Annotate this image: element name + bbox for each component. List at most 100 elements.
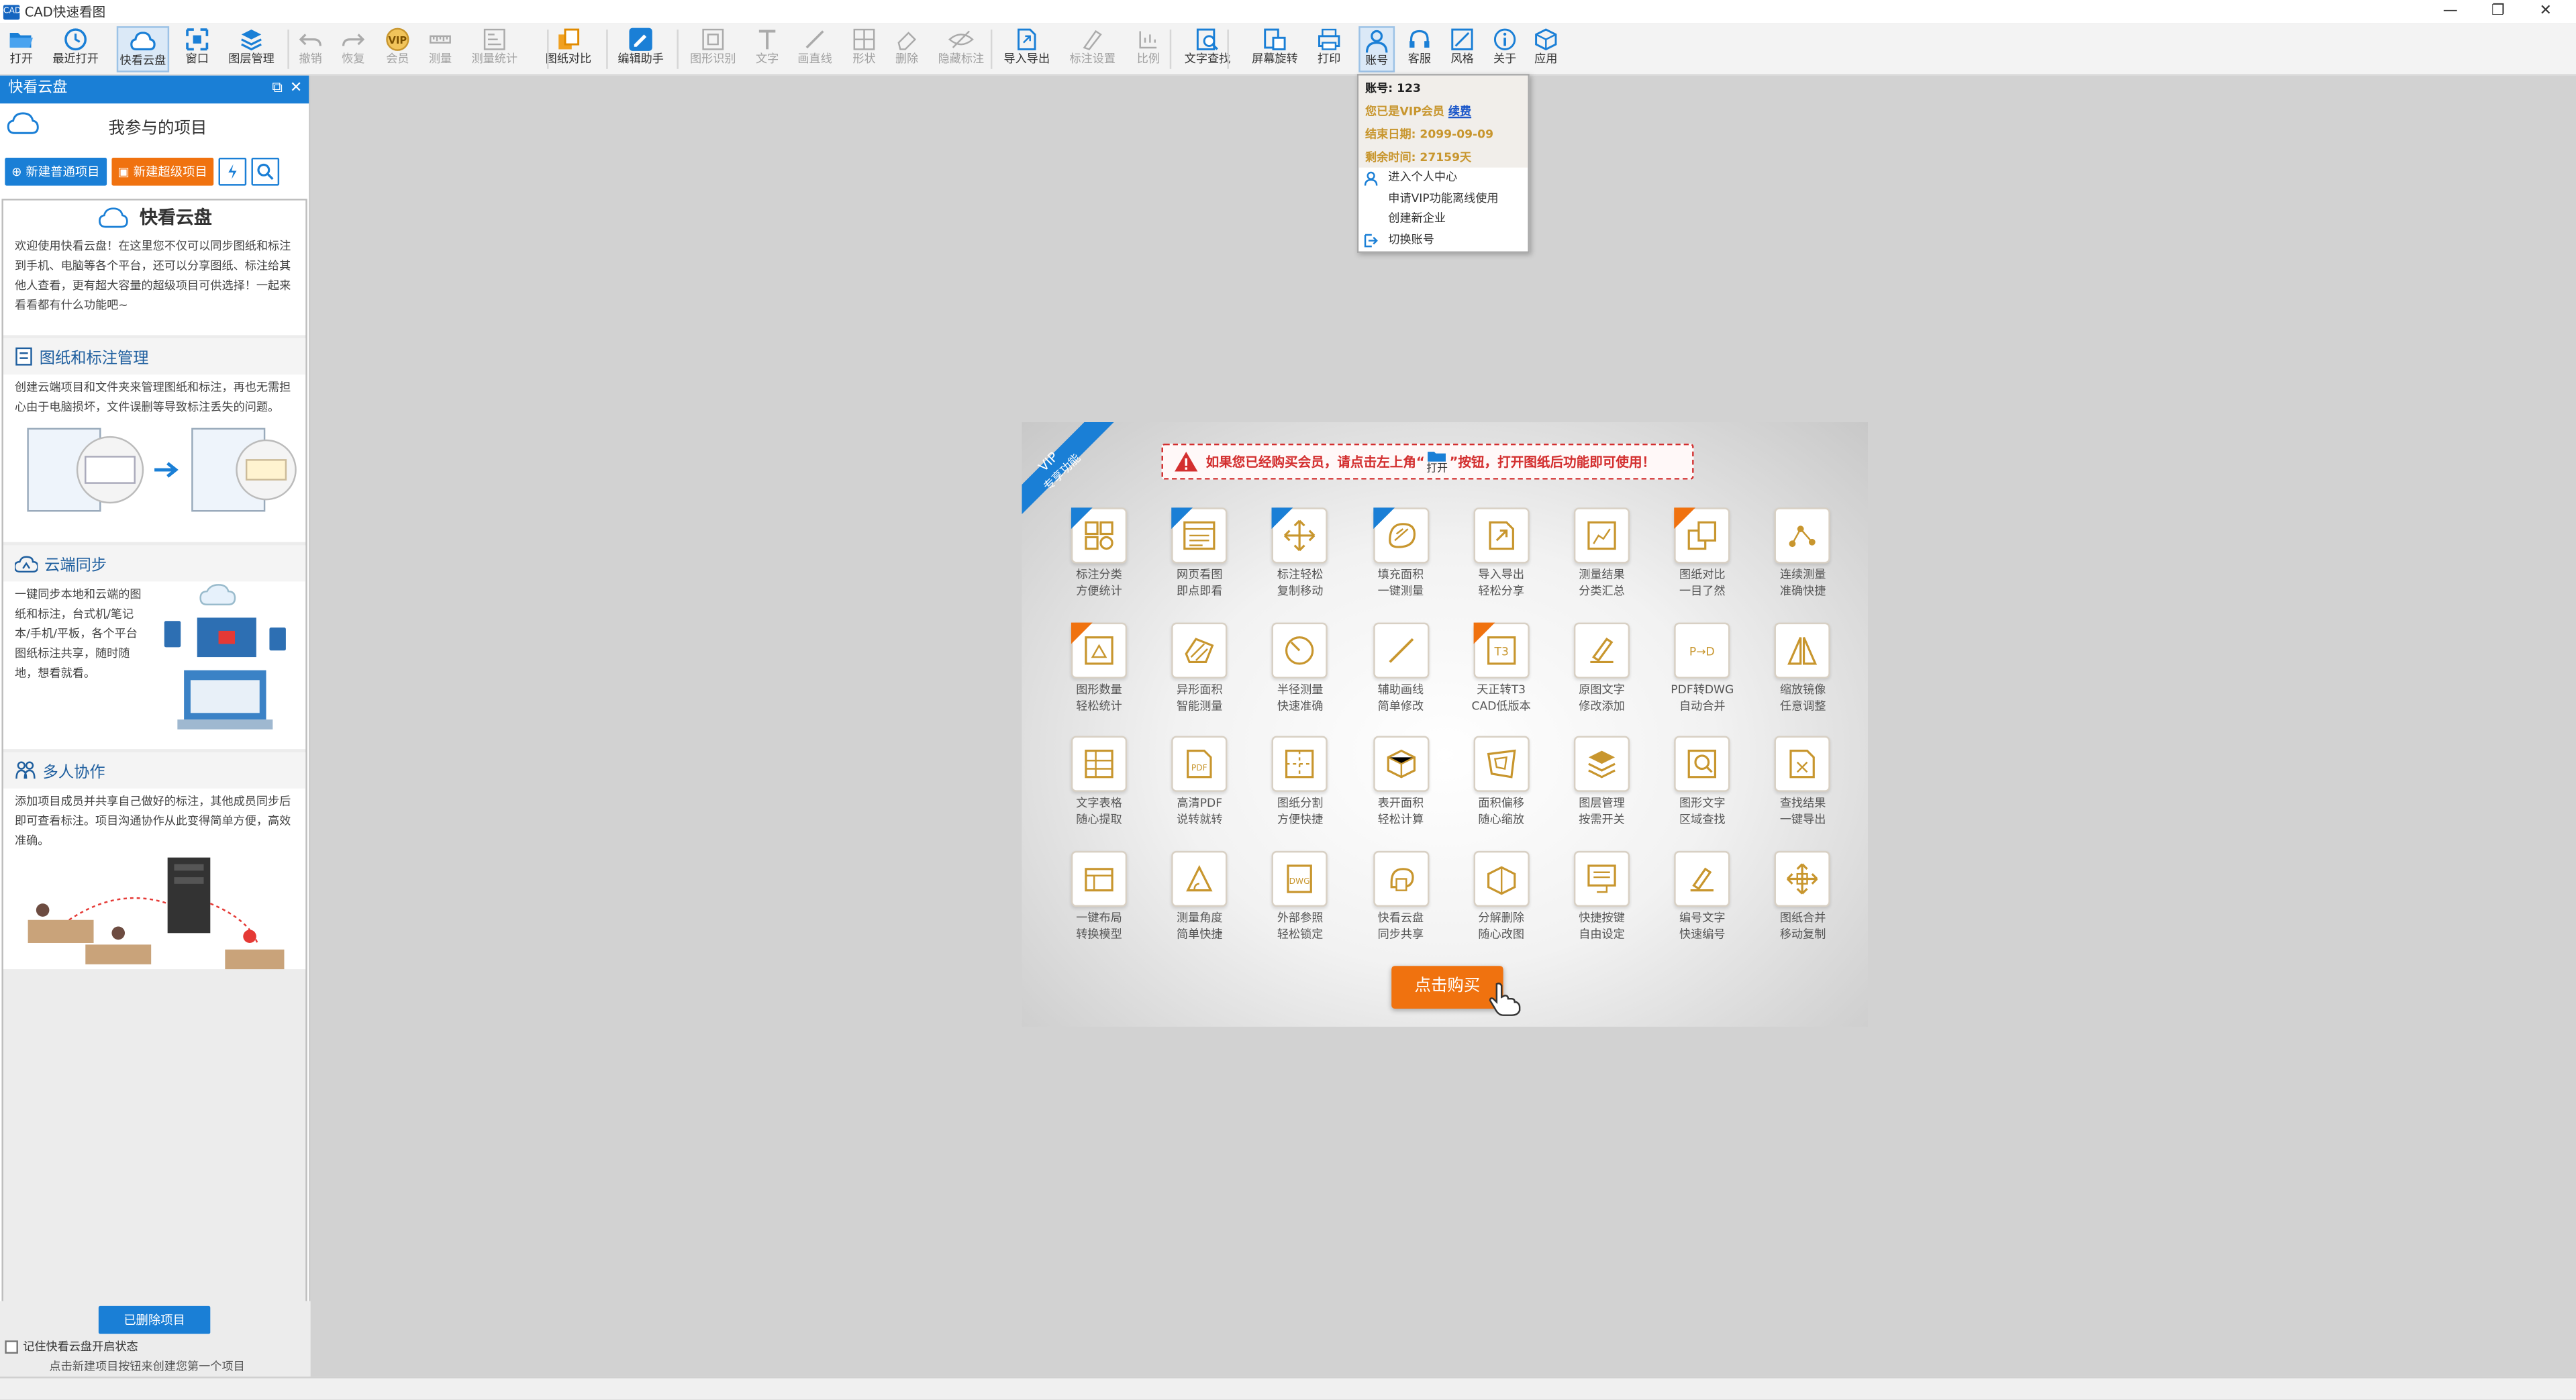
- drawing-management-illustration: [27, 428, 297, 512]
- pdf-export-icon: PDF: [1187, 750, 1213, 779]
- layer-management-icon: [1588, 750, 1616, 779]
- deleted-projects-button[interactable]: 已删除项目: [98, 1305, 211, 1334]
- mirror-scale-icon: [1788, 636, 1818, 664]
- cloud-sidebar: 快看云盘 ⧉ ✕ 我参与的项目 ⊕ 新建普通项目 ▣ 新建超级项目 快看云盘 欢…: [0, 75, 311, 1377]
- cloud-sync-illustration: [164, 584, 286, 730]
- vip-feature-item[interactable]: 辅助画线 简单修改: [1361, 621, 1440, 730]
- toolbar-button[interactable]: 形状: [846, 26, 883, 72]
- toolbar-button[interactable]: 打开: [3, 26, 40, 72]
- toolbar-button[interactable]: 测量统计: [468, 26, 521, 72]
- toolbar-button[interactable]: 撤销: [293, 26, 329, 72]
- explode-delete-icon: [1487, 865, 1516, 895]
- drawing-split-icon: [1285, 750, 1315, 779]
- toolbar-button[interactable]: 屏幕旋转: [1248, 26, 1301, 72]
- menu-switch-account[interactable]: 切换账号: [1358, 229, 1528, 250]
- toolbar-button-label: 窗口: [185, 52, 209, 66]
- new-badge: [1171, 507, 1193, 530]
- menu-create-enterprise[interactable]: 创建新企业: [1358, 209, 1528, 230]
- vip-feature-item[interactable]: 快看云盘 同步共享: [1361, 850, 1440, 959]
- vip-feature-item[interactable]: 图纸合并 移动复制: [1763, 850, 1842, 959]
- toolbar-button[interactable]: 删除: [889, 26, 925, 72]
- menu-personal-center[interactable]: 进入个人中心: [1358, 168, 1528, 189]
- vip-feature-item[interactable]: 填充面积 一键测量: [1361, 507, 1440, 616]
- vip-feature-item[interactable]: 测量角度 简单快捷: [1160, 850, 1239, 959]
- vip-feature-item[interactable]: 查找结果 一键导出: [1763, 736, 1842, 845]
- banner-text-pre: 如果您已经购买会员，请点击左上角“: [1205, 454, 1425, 469]
- toolbar-button[interactable]: 标注设置: [1067, 26, 1119, 72]
- app-logo-icon: CAD: [3, 4, 21, 19]
- vip-feature-item[interactable]: 快捷按键 自由设定: [1563, 850, 1641, 959]
- toolbar-button[interactable]: 隐藏标注: [935, 26, 987, 72]
- new-super-project-button[interactable]: ▣ 新建超级项目: [111, 157, 214, 186]
- vip-feature-item[interactable]: P→D PDF转DWG 自动合并: [1663, 621, 1742, 730]
- search-icon: [257, 163, 274, 181]
- vip-feature-item[interactable]: 图形数量 轻松统计: [1060, 621, 1138, 730]
- toolbar-button[interactable]: 比例: [1130, 26, 1167, 72]
- toolbar-button-label: 最近打开: [52, 52, 99, 66]
- toolbar-button[interactable]: 画直线: [794, 26, 835, 72]
- renew-link[interactable]: 续费: [1448, 105, 1471, 119]
- toolbar-button[interactable]: 图形识别: [687, 26, 739, 72]
- toolbar-button[interactable]: 风格: [1444, 26, 1481, 72]
- vip-feature-item[interactable]: 原图文字 修改添加: [1563, 621, 1641, 730]
- vip-feature-item[interactable]: 标注轻松 复制移动: [1260, 507, 1339, 616]
- toolbar-button[interactable]: 恢复: [335, 26, 371, 72]
- vip-feature-item[interactable]: DWG 外部参照 轻松锁定: [1260, 850, 1339, 959]
- vip-feature-item[interactable]: 一键布局 转换模型: [1060, 850, 1138, 959]
- toolbar-button[interactable]: 图层管理: [225, 26, 277, 72]
- hot-badge: [1071, 621, 1093, 644]
- minimize-icon[interactable]: —: [2426, 0, 2474, 23]
- maximize-icon[interactable]: ❐: [2474, 0, 2522, 23]
- vip-feature-label: 天正转T3 CAD低版本: [1471, 683, 1531, 713]
- vip-feature-label: 测量结果 分类汇总: [1579, 568, 1625, 598]
- toolbar-button[interactable]: 导入导出: [1001, 26, 1053, 72]
- vip-feature-label: 面积偏移 随心缩放: [1478, 797, 1524, 827]
- close-icon[interactable]: ✕: [2522, 0, 2569, 23]
- vip-feature-item[interactable]: 面积偏移 随心缩放: [1462, 736, 1540, 845]
- toolbar-button[interactable]: 文字查找: [1181, 26, 1234, 72]
- vip-feature-item[interactable]: 异形面积 智能测量: [1160, 621, 1239, 730]
- vip-feature-label: 编号文字 快速编号: [1679, 911, 1726, 941]
- toolbar-button[interactable]: 编辑助手: [614, 26, 666, 72]
- vip-feature-item[interactable]: 编号文字 快速编号: [1663, 850, 1742, 959]
- toolbar-button[interactable]: 账号: [1358, 26, 1395, 72]
- vip-feature-item[interactable]: 测量结果 分类汇总: [1563, 507, 1641, 616]
- vip-feature-item[interactable]: 文字表格 随心提取: [1060, 736, 1138, 845]
- vip-feature-item[interactable]: PDF 高清PDF 说转就转: [1160, 736, 1239, 845]
- vip-feature-item[interactable]: 图层管理 按需开关: [1563, 736, 1641, 845]
- new-super-project-label: 新建超级项目: [133, 164, 207, 179]
- vip-feature-item[interactable]: T3 天正转T3 CAD低版本: [1462, 621, 1540, 730]
- vip-feature-item[interactable]: 连续测量 准确快捷: [1763, 507, 1842, 616]
- menu-vip-offline[interactable]: 申请VIP功能离线使用: [1358, 188, 1528, 209]
- vip-feature-item[interactable]: 标注分类 方便统计: [1060, 507, 1138, 616]
- vip-feature-item[interactable]: 网页看图 即点即看: [1160, 507, 1239, 616]
- vip-feature-item[interactable]: 导入导出 轻松分享: [1462, 507, 1540, 616]
- toolbar-button[interactable]: 关于: [1487, 26, 1523, 72]
- search-button[interactable]: [251, 157, 280, 186]
- toolbar-button[interactable]: 客服: [1401, 26, 1438, 72]
- vip-feature-item[interactable]: 图纸分割 方便快捷: [1260, 736, 1339, 845]
- svg-text:P→D: P→D: [1689, 644, 1715, 658]
- toolbar-button[interactable]: 图纸对比: [542, 26, 595, 72]
- toolbar-button[interactable]: 打印: [1311, 26, 1347, 72]
- vip-feature-label: 导入导出 轻松分享: [1478, 568, 1524, 598]
- toolbar-button[interactable]: 最近打开: [49, 26, 101, 72]
- remember-checkbox[interactable]: [5, 1340, 18, 1354]
- toolbar-button[interactable]: VIP 会员: [379, 26, 415, 72]
- toolbar-button[interactable]: 应用: [1528, 26, 1564, 72]
- vip-feature-item[interactable]: 图形文字 区域查找: [1663, 736, 1742, 845]
- user-icon: [1365, 30, 1388, 53]
- vip-feature-item[interactable]: 半径测量 快速准确: [1260, 621, 1339, 730]
- vip-feature-item[interactable]: 分解删除 随心改图: [1462, 850, 1540, 959]
- vip-feature-item[interactable]: 缩放镜像 任意调整: [1763, 621, 1842, 730]
- vip-feature-item[interactable]: 表开面积 轻松计算: [1361, 736, 1440, 845]
- new-normal-project-button[interactable]: ⊕ 新建普通项目: [5, 157, 107, 186]
- vip-feature-item[interactable]: 图纸对比 一目了然: [1663, 507, 1742, 616]
- sync-button[interactable]: [218, 157, 247, 186]
- float-window-icon[interactable]: ⧉: [272, 76, 283, 104]
- toolbar-button[interactable]: 文字: [749, 26, 785, 72]
- toolbar-button[interactable]: 测量: [422, 26, 458, 72]
- sidebar-close-icon[interactable]: ✕: [290, 76, 302, 104]
- toolbar-button[interactable]: 快看云盘: [116, 26, 170, 72]
- toolbar-button[interactable]: 窗口: [179, 26, 215, 72]
